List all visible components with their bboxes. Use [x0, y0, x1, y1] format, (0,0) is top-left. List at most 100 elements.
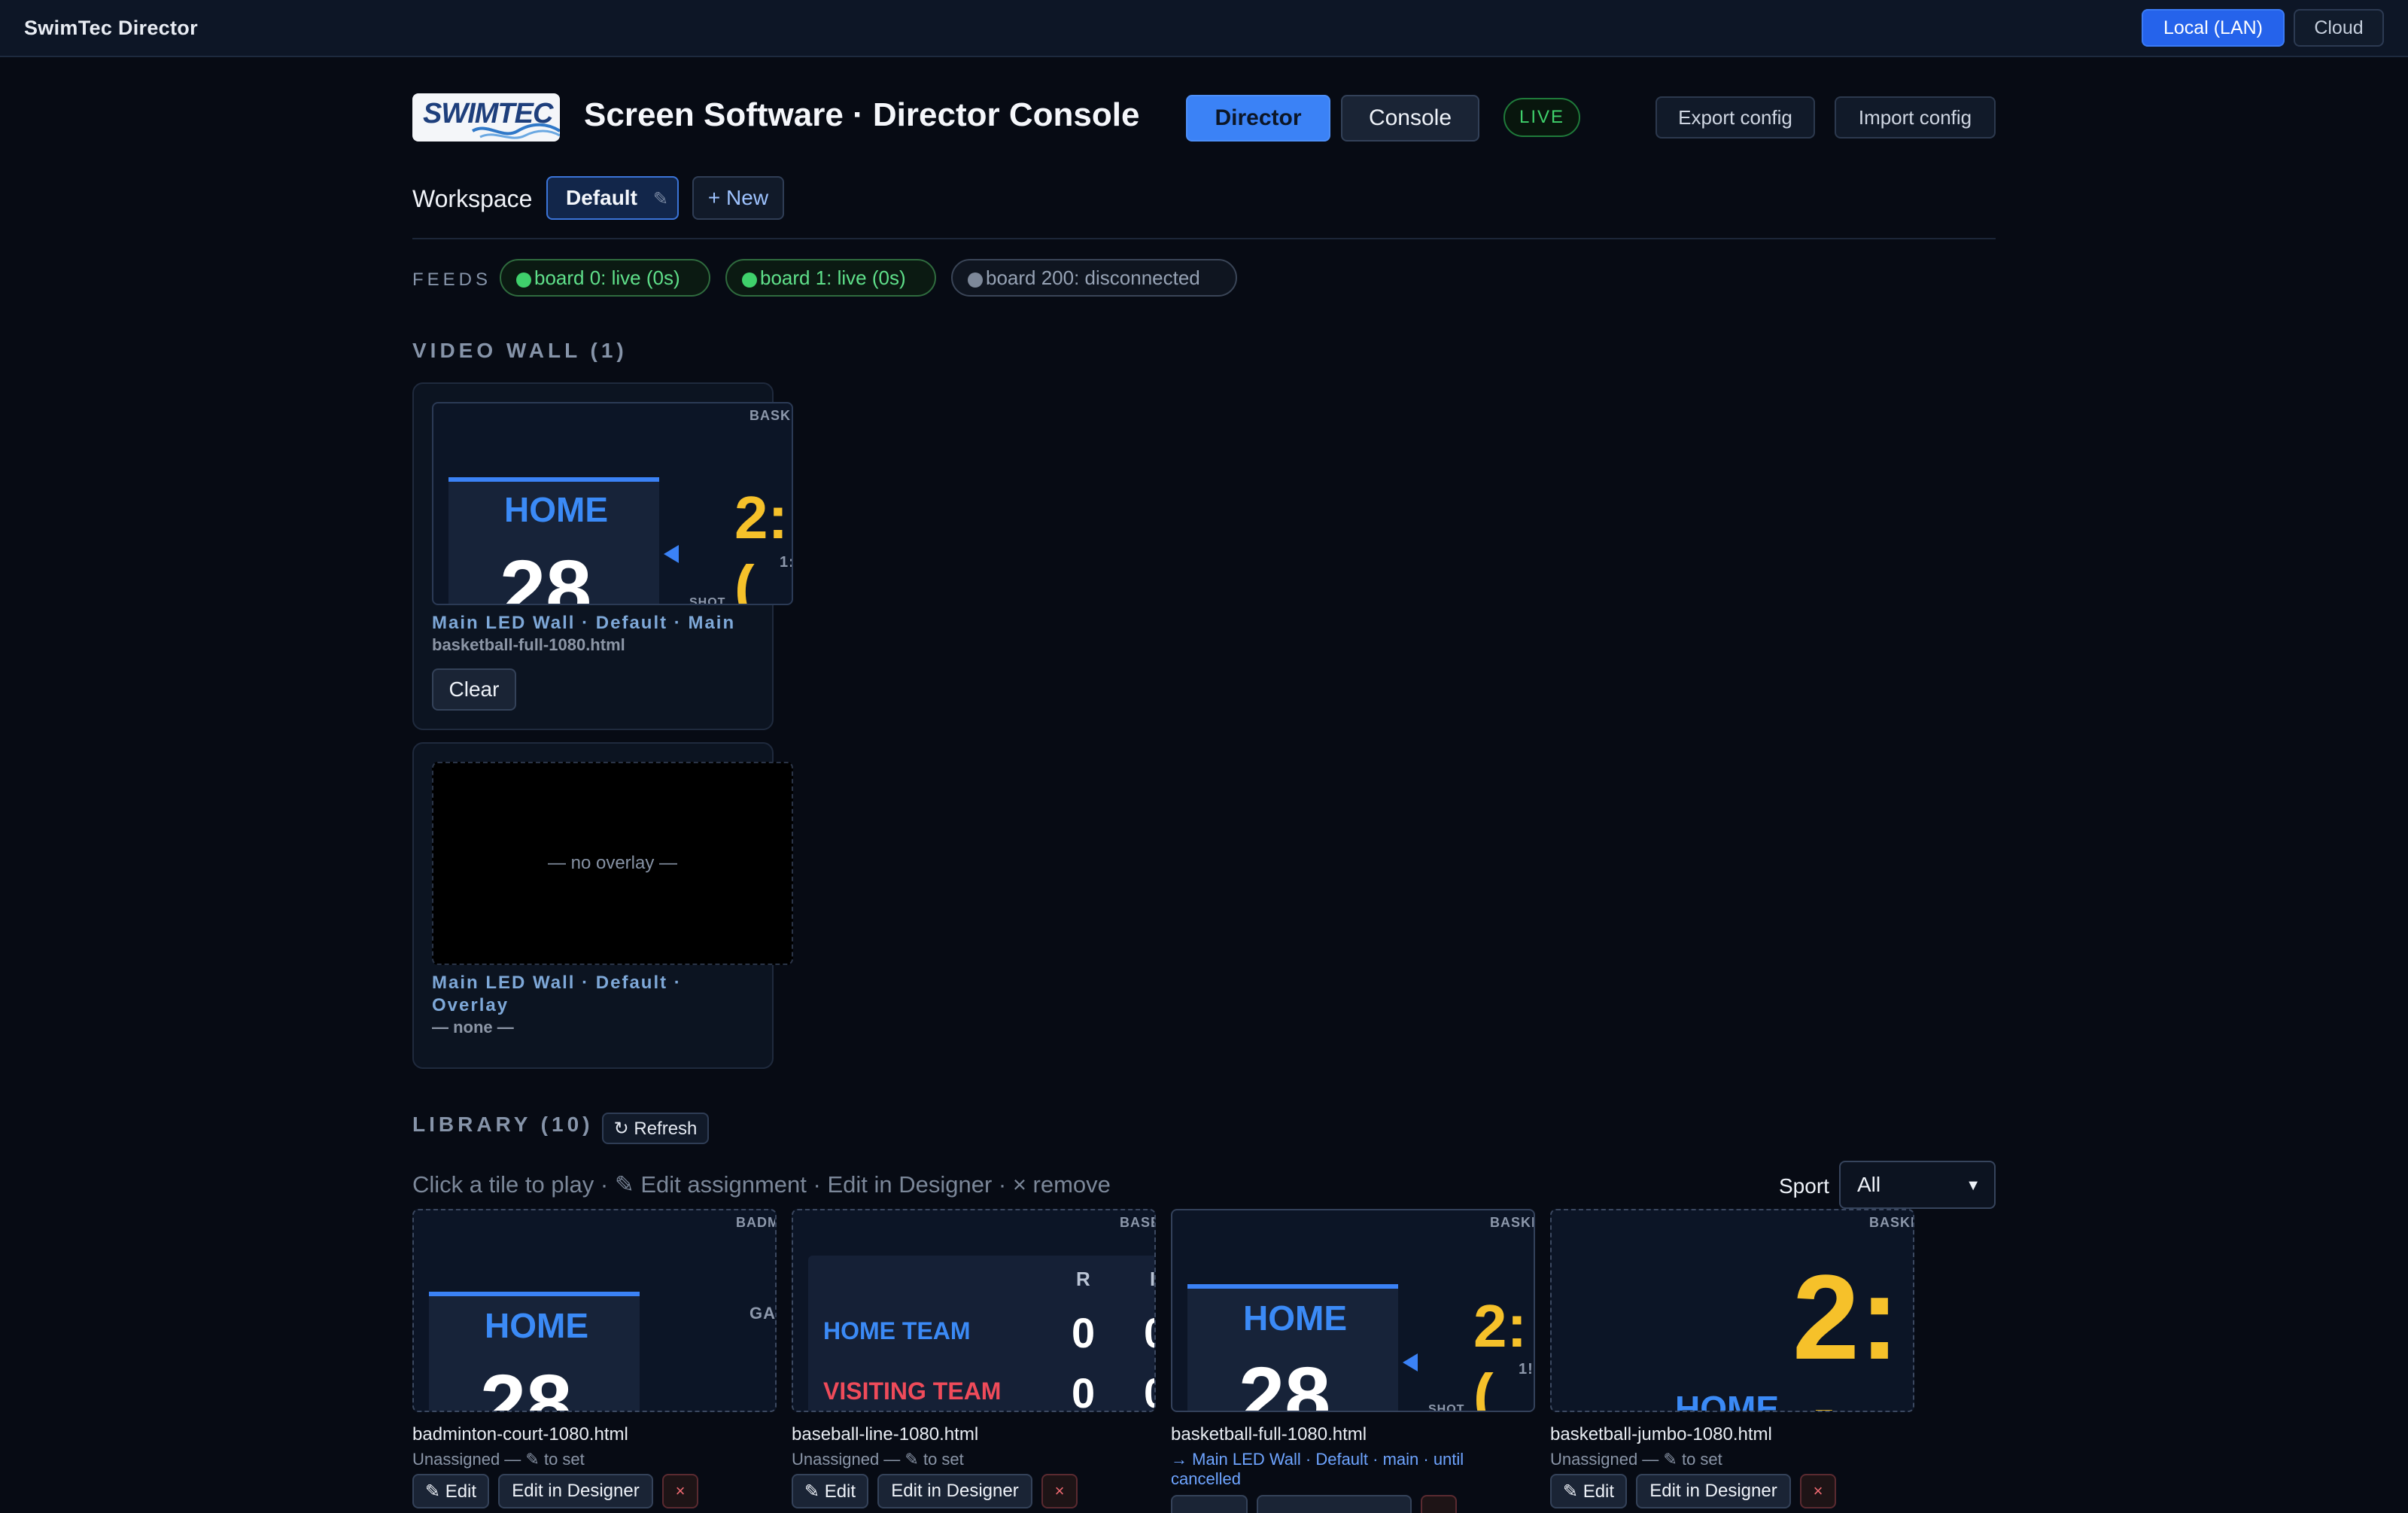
feed-label: board 0: live (0s): [534, 266, 680, 289]
divider: [412, 238, 1996, 239]
edit-in-designer-button[interactable]: Edit in Designer: [498, 1474, 653, 1508]
slot-meta-line2: Overlay: [432, 995, 509, 1015]
local-lan-button[interactable]: Local (LAN): [2142, 9, 2285, 47]
preview-tag: BASE: [1120, 1215, 1154, 1230]
possession-arrow-icon: [664, 545, 679, 563]
feed-board-200[interactable]: board 200: disconnected: [951, 259, 1237, 297]
game-clock: 2:(: [734, 484, 789, 605]
library-tile-basketball-jumbo[interactable]: BASKE 2:( HOME: [1550, 1209, 1914, 1412]
app-title: SwimTec Director: [24, 17, 198, 39]
period-label: 1:: [780, 554, 793, 571]
inning-header: I: [1150, 1268, 1156, 1290]
home-label: HOME: [1243, 1298, 1347, 1338]
edit-in-designer-button[interactable]: Edit in Designer: [1636, 1474, 1791, 1508]
slot-file: basketball-full-1080.html: [432, 635, 625, 654]
refresh-button[interactable]: ↻ Refresh: [602, 1113, 709, 1144]
tab-console[interactable]: Console: [1341, 95, 1479, 142]
console-header: SWIMTEC Screen Software · Director Conso…: [412, 92, 1996, 145]
home-panel: HOME 28: [448, 477, 659, 605]
sport-label: Sport: [1779, 1174, 1829, 1198]
sport-select[interactable]: All ▼: [1839, 1161, 1996, 1209]
home-label: HOME: [1675, 1389, 1779, 1412]
wave-icon: [471, 123, 560, 139]
workspace-name: Default: [566, 186, 637, 209]
slot-file: — none —: [432, 1018, 514, 1037]
visiting-team-label: VISITING TEAM: [823, 1378, 1002, 1405]
clear-button[interactable]: Clear: [432, 668, 516, 711]
remove-button[interactable]: ×: [1041, 1474, 1078, 1508]
overlay-preview[interactable]: — no overlay —: [432, 762, 793, 965]
workspace-selector[interactable]: Default ✎: [546, 176, 679, 220]
home-score: 28: [1239, 1350, 1331, 1412]
pencil-icon[interactable]: ✎: [653, 188, 668, 210]
tile-assignment-line2: cancelled: [1171, 1469, 1241, 1488]
feeds-label: FEEDS: [412, 269, 492, 290]
status-dot-icon: [742, 272, 757, 288]
home-label: HOME: [504, 490, 608, 529]
shot-label: SHOT: [1428, 1403, 1465, 1412]
export-config-button[interactable]: Export config: [1655, 96, 1815, 139]
sport-value: All: [1857, 1173, 1881, 1196]
top-bar: SwimTec Director Local (LAN) Cloud: [0, 0, 2408, 57]
cloud-button[interactable]: Cloud: [2294, 9, 2384, 47]
new-workspace-button[interactable]: + New: [692, 176, 784, 220]
home-panel: HOME 28: [1187, 1284, 1398, 1412]
home-label: HOME: [485, 1306, 588, 1345]
import-config-button[interactable]: Import config: [1835, 96, 1996, 139]
no-overlay-text: — no overlay —: [547, 853, 678, 873]
home-score: 28: [500, 543, 592, 605]
shot-label: SHOT: [689, 596, 726, 605]
tile-name: basketball-jumbo-1080.html: [1550, 1424, 1772, 1445]
tile-status: Unassigned — ✎ to set: [412, 1450, 585, 1469]
remove-button[interactable]: [1421, 1495, 1457, 1513]
edit-assignment-button[interactable]: ✎ Edit: [792, 1474, 868, 1508]
runs-header: R: [1076, 1268, 1091, 1290]
live-badge: LIVE: [1503, 98, 1580, 137]
edit-in-designer-button[interactable]: Edit in Designer: [877, 1474, 1032, 1508]
preview-tag: BADM: [736, 1215, 777, 1230]
feed-board-1[interactable]: board 1: live (0s): [725, 259, 936, 297]
slot-meta: Main LED Wall · Default ·: [432, 973, 682, 993]
linescore-panel: R I HOME TEAM 0 0 VISITING TEAM 0 0: [808, 1256, 1156, 1411]
library-hint: Click a tile to play · ✎ Edit assignment…: [412, 1171, 1111, 1198]
home-runs: 0: [1072, 1309, 1096, 1356]
library-tile-basketball-full[interactable]: BASKE HOME 28 2:( 1! SHOT: [1171, 1209, 1535, 1412]
feed-board-0[interactable]: board 0: live (0s): [500, 259, 710, 297]
chevron-down-icon: ▼: [1966, 1177, 1981, 1194]
preview-tag: BASKE: [749, 408, 792, 423]
status-dot-icon: [968, 272, 983, 288]
game-label: GA: [749, 1304, 776, 1323]
home-score: 28: [480, 1358, 573, 1412]
wall-slot-main: BASKE HOME 28 2:( 1: SHOT Main LED Wall …: [412, 382, 793, 730]
tab-director[interactable]: Director: [1186, 95, 1330, 142]
possession-arrow-icon: [1403, 1353, 1418, 1371]
workspace-row: Workspace Default ✎ + New: [412, 176, 1466, 220]
slot-meta: Main LED Wall · Default · Main: [432, 613, 736, 633]
tile-status: Unassigned — ✎ to set: [1550, 1450, 1722, 1469]
feed-label: board 1: live (0s): [760, 266, 906, 289]
workspace-label: Workspace: [412, 185, 533, 212]
edit-assignment-button[interactable]: [1171, 1495, 1248, 1513]
tile-status: Unassigned — ✎ to set: [792, 1450, 964, 1469]
main-preview[interactable]: BASKE HOME 28 2:( 1: SHOT: [432, 402, 793, 605]
preview-tag: BASKE: [1869, 1215, 1913, 1230]
library-title: LIBRARY (10): [412, 1113, 594, 1136]
library-tile-baseball[interactable]: BASE R I HOME TEAM 0 0 VISITING TEAM 0 0: [792, 1209, 1156, 1412]
tile-name: basketball-full-1080.html: [1171, 1424, 1367, 1445]
remove-button[interactable]: ×: [1800, 1474, 1836, 1508]
edit-in-designer-button[interactable]: [1257, 1495, 1412, 1513]
game-clock: 2:(: [1792, 1250, 1900, 1411]
home-team-label: HOME TEAM: [823, 1317, 971, 1344]
preview-tag: BASKE: [1490, 1215, 1534, 1230]
status-dot-icon: [516, 272, 531, 288]
home-panel: HOME 28: [429, 1292, 640, 1412]
edit-assignment-button[interactable]: ✎ Edit: [412, 1474, 489, 1508]
page-title: Screen Software · Director Console: [584, 96, 1140, 133]
period-label: 1!: [1519, 1361, 1534, 1378]
library-tile-badminton[interactable]: BADM HOME 28 GA: [412, 1209, 777, 1412]
visit-inning: 0: [1144, 1368, 1154, 1411]
video-wall-title: VIDEO WALL (1): [412, 339, 628, 362]
remove-button[interactable]: ×: [662, 1474, 698, 1508]
wall-slot-overlay: — no overlay — Main LED Wall · Default ·…: [412, 742, 793, 1069]
edit-assignment-button[interactable]: ✎ Edit: [1550, 1474, 1627, 1508]
